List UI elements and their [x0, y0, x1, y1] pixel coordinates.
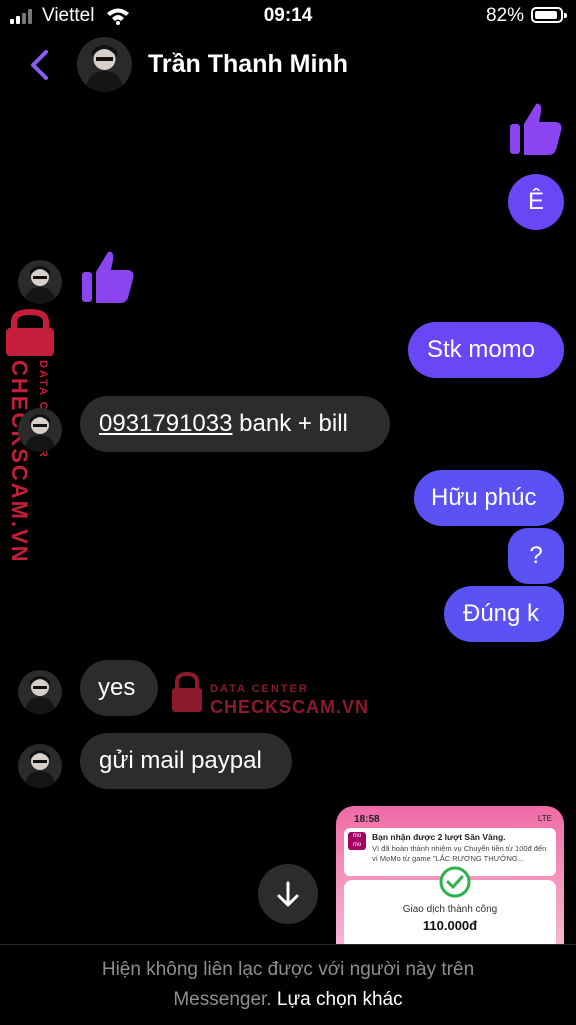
sender-avatar[interactable] [18, 408, 62, 452]
phone-link[interactable]: 0931791033 [99, 410, 232, 437]
watermark-top: DATA CENTER [210, 683, 309, 695]
watermark-horizontal: DATA CENTER CHECKSCAM.VN [168, 668, 368, 720]
preview-network: LTE [537, 814, 552, 823]
back-chevron-icon[interactable] [26, 48, 52, 82]
preview-notif-body: Vì đã hoàn thành nhiệm vụ Chuyển tiền từ… [372, 844, 547, 863]
check-circle-icon [439, 866, 471, 898]
preview-notif-title: Bạn nhận được 2 lượt Săn Vàng. [372, 832, 506, 842]
message-incoming[interactable]: yes [80, 660, 158, 716]
contact-avatar[interactable] [77, 37, 132, 92]
scroll-to-bottom-button[interactable] [258, 864, 318, 924]
message-text: ? [529, 542, 543, 569]
thumbs-up-icon [510, 103, 562, 155]
sender-avatar[interactable] [18, 260, 62, 304]
message-outgoing[interactable]: Ê [508, 174, 564, 230]
message-text: Ê [527, 188, 544, 215]
other-options-link[interactable]: Lựa chọn khác [277, 989, 403, 1010]
sender-avatar[interactable] [18, 670, 62, 714]
message-text: Hữu phúc [431, 484, 537, 511]
status-bar: Viettel 09:14 82% [0, 0, 576, 32]
preview-status: Giao dịch thành công [402, 904, 498, 915]
message-text: gửi mail paypal [99, 747, 262, 774]
message-outgoing[interactable]: Đúng k [444, 586, 564, 642]
image-attachment[interactable]: 18:58 LTE mo mo Bạn nhận được 2 lượt Săn… [336, 806, 564, 946]
message-incoming[interactable]: 0931791033 bank + bill [80, 396, 390, 452]
watermark-brand: CHECKSCAM.VN [210, 697, 368, 717]
footer-text-line1: Hiện không liên lạc được với người này t… [101, 959, 475, 980]
message-text: yes [98, 674, 136, 701]
battery-icon [531, 7, 567, 23]
momo-logo: mo mo [348, 832, 366, 850]
contact-name[interactable]: Trần Thanh Minh [148, 50, 348, 79]
footer-notice: Hiện không liên lạc được với người này t… [0, 944, 576, 1025]
preview-amount: 110.000đ [422, 918, 478, 933]
message-text: bank + bill [232, 410, 348, 437]
message-outgoing[interactable]: Hữu phúc [414, 470, 564, 526]
battery-percent: 82% [486, 5, 525, 26]
message-text: Stk momo [427, 336, 536, 363]
watermark-brand: CHECKSCAM.VN [7, 360, 32, 560]
message-outgoing[interactable]: Stk momo [408, 322, 564, 378]
footer-text-line2: Messenger. [173, 989, 272, 1010]
message-incoming[interactable]: gửi mail paypal [80, 733, 292, 789]
preview-time: 18:58 [354, 814, 380, 825]
sender-avatar[interactable] [18, 744, 62, 788]
message-text: Đúng k [463, 600, 540, 627]
thumbs-up-icon [82, 251, 134, 303]
message-outgoing[interactable]: ? [508, 528, 564, 584]
arrow-down-icon [277, 881, 299, 907]
preview-receipt-card: Giao dịch thành công 110.000đ [344, 866, 556, 946]
